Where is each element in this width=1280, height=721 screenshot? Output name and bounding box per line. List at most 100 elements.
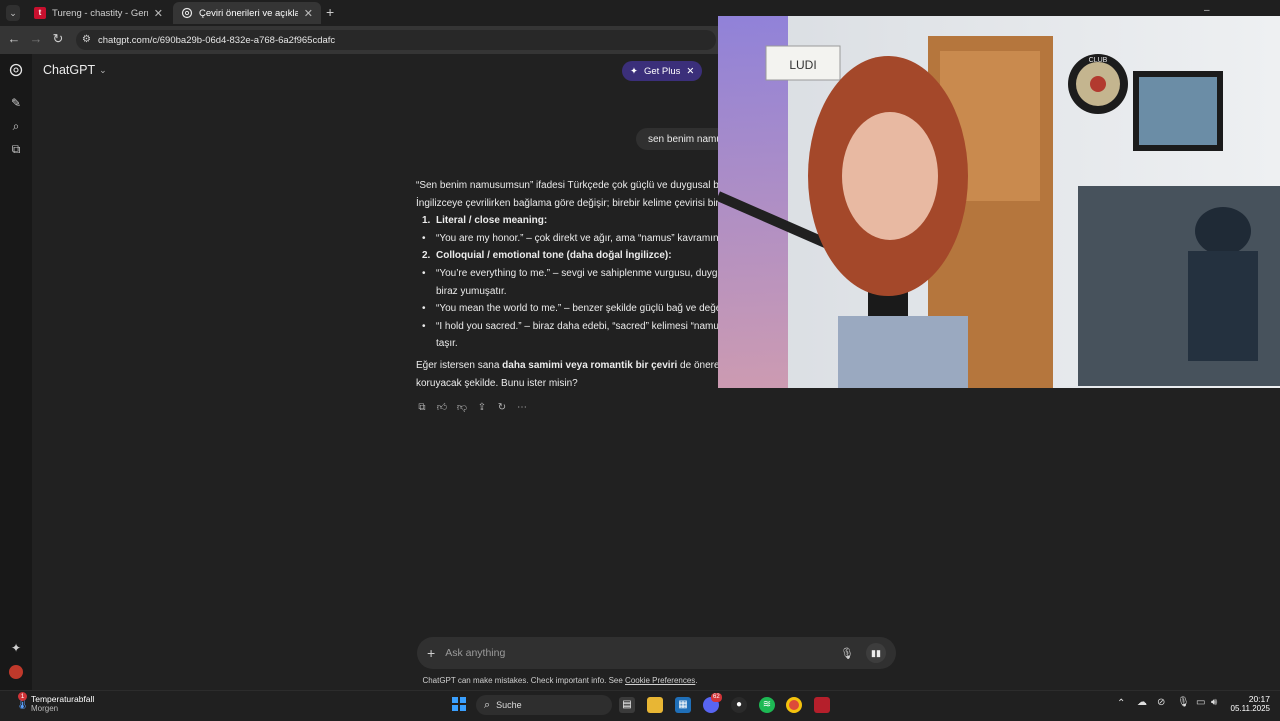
tureng-favicon-icon: t	[34, 7, 46, 19]
url-text: chatgpt.com/c/690ba29b-06d4-832e-a768-6a…	[98, 34, 336, 46]
thermometer-icon: 🌡︎ 1	[14, 691, 31, 710]
library-icon[interactable]: ⧉	[8, 141, 24, 157]
close-tab-icon[interactable]: ✕	[154, 7, 163, 20]
tab-chatgpt[interactable]: Çeviri önerileri ve açıklama ✕	[173, 2, 321, 24]
reload-icon[interactable]: ↻	[50, 31, 66, 47]
volume-icon[interactable]: 🔊︎	[1211, 697, 1217, 708]
file-manager-icon[interactable]: ▤	[619, 697, 635, 713]
weather-title: Temperaturabfall	[31, 694, 95, 704]
search-icon: ⌕	[484, 698, 491, 711]
windows-start-icon[interactable]	[452, 697, 466, 711]
chevron-down-icon: ⌄	[99, 64, 107, 75]
explanation-text: – çok direkt ve ağır, ama “namus” kavram…	[523, 232, 722, 244]
plus-sparkle-icon: ✦	[630, 65, 638, 77]
clock-time: 20:17	[1248, 694, 1270, 704]
quote-text: “You are my honor.”	[436, 232, 524, 244]
cookie-preferences-link[interactable]: Cookie Preferences	[625, 676, 695, 685]
quote-text: “You’re everything to me.”	[436, 267, 551, 279]
attach-plus-icon[interactable]: +	[427, 645, 435, 661]
get-plus-label: Get Plus	[643, 65, 681, 77]
tray-chevron-up-icon[interactable]: ⌃	[1117, 698, 1125, 709]
new-chat-icon[interactable]: ✎	[8, 95, 24, 111]
disclaimer-text: ChatGPT can make mistakes. Check importa…	[422, 676, 626, 685]
answer-intro-line: İngilizceye çevrilirken bağlama göre değ…	[416, 197, 719, 209]
display-icon[interactable]: ▭	[1196, 697, 1205, 708]
search-icon[interactable]: ⌕	[8, 118, 24, 134]
quote-text: “You mean the world to me.”	[436, 303, 562, 315]
site-info-icon[interactable]: ⚙	[82, 34, 91, 45]
list-item-continuation: taşır.	[436, 338, 458, 350]
thumbs-up-icon[interactable]: 👍︎	[436, 401, 448, 415]
close-tab-icon[interactable]: ✕	[304, 7, 313, 20]
discord-badge: 62	[711, 693, 722, 702]
list-item: • “I hold you sacred.” – biraz daha edebi…	[422, 320, 724, 332]
store-icon[interactable]: ▦	[675, 697, 691, 713]
mic-tray-icon[interactable]: 🎙︎	[1177, 697, 1190, 708]
minimize-button[interactable]: –	[1204, 5, 1210, 16]
disclaimer-end: .	[695, 676, 698, 685]
model-label: ChatGPT	[43, 63, 96, 77]
list-item: 1. Literal / close meaning:	[422, 215, 548, 227]
list-item: • “You mean the world to me.” – benzer şe…	[422, 303, 722, 315]
dartboard-text: CLUB	[1089, 57, 1108, 64]
outro-bold: daha samimi veya romantik bir çeviri	[502, 359, 678, 371]
get-plus-button[interactable]: ✦ Get Plus ✕	[622, 61, 703, 81]
new-tab-button[interactable]: +	[326, 4, 334, 20]
heading-colloquial: Colloquial / emotional tone (daha doğal …	[436, 250, 672, 262]
webcam-overlay: LUDI CLUB	[718, 16, 1280, 388]
weather-subtitle: Morgen	[31, 704, 59, 713]
chatgpt-favicon-icon	[181, 7, 193, 19]
clock-date: 05.11.2025	[1230, 704, 1270, 713]
tab-tureng[interactable]: t Tureng - chastity - German Eng ✕	[26, 2, 171, 24]
mute-icon[interactable]: ⊘	[1157, 697, 1165, 708]
outro-text: Eğer istersen sana	[416, 359, 503, 371]
list-item: • “You are my honor.” – çok direkt ve ağı…	[422, 232, 722, 244]
openai-logo-icon[interactable]	[8, 63, 24, 79]
heading-literal: Literal / close meaning:	[436, 215, 548, 227]
weather-badge: 1	[18, 691, 27, 701]
chrome-icon[interactable]	[786, 697, 802, 713]
spotify-icon[interactable]: ≋	[759, 697, 775, 713]
taskbar	[0, 690, 1280, 721]
network-icon[interactable]: ☁	[1137, 697, 1147, 708]
share-icon[interactable]: ⇪	[476, 401, 488, 415]
message-actions: ⧉ 👍︎ 👎︎ ⇪ ↻ ⋯	[416, 401, 528, 415]
list-item: 2. Colloquial / emotional tone (daha doğa…	[422, 250, 672, 262]
taskbar-search-label: Suche	[496, 700, 522, 710]
voice-mode-icon[interactable]: ▮▮	[866, 643, 886, 663]
discord-icon[interactable]: 62	[703, 693, 722, 713]
tab-title: Tureng - chastity - German Eng	[52, 7, 148, 19]
explanation-text: – biraz daha edebi, “sacred” kelimesi “n…	[521, 320, 724, 332]
forward-arrow-icon[interactable]: →	[28, 31, 44, 46]
more-options-icon[interactable]: ⋯	[516, 401, 528, 415]
voicemod-icon[interactable]	[814, 697, 830, 713]
disclaimer: ChatGPT can make mistakes. Check importa…	[0, 676, 1120, 685]
folder-icon[interactable]	[647, 697, 663, 713]
tab-title: Çeviri önerileri ve açıklama	[199, 7, 298, 19]
letterboard-text: LUDI	[789, 58, 816, 72]
weather-widget[interactable]: 🌡︎ 1 Temperaturabfall Morgen	[14, 691, 95, 713]
regenerate-icon[interactable]: ↻	[496, 401, 508, 415]
model-selector[interactable]: ChatGPT ⌄	[43, 63, 107, 77]
quote-text: “I hold you sacred.”	[436, 320, 522, 332]
prompt-input[interactable]	[443, 646, 841, 660]
obs-icon[interactable]: ●	[731, 697, 747, 713]
back-arrow-icon[interactable]: ←	[6, 31, 22, 46]
close-icon[interactable]: ✕	[686, 66, 694, 77]
address-bar[interactable]: ⚙ chatgpt.com/c/690ba29b-06d4-832e-a768-…	[76, 30, 716, 50]
webcam-image: LUDI CLUB	[718, 16, 1280, 388]
assistant-message: “Sen benim namusumsun” ifadesi Türkçede …	[416, 177, 746, 392]
composer: + 🎙︎ ▮▮	[417, 637, 896, 669]
sparkle-icon[interactable]: ✦	[8, 640, 24, 656]
answer-outro: Eğer istersen sana daha samimi veya roma…	[416, 357, 746, 375]
explanation-text: – benzer şekilde güçlü bağ ve değe	[561, 303, 722, 315]
microphone-icon[interactable]: 🎙︎	[840, 647, 854, 660]
list-item: • “You’re everything to me.” – sevgi ve s…	[422, 267, 724, 279]
taskbar-search[interactable]: ⌕ Suche	[476, 695, 612, 715]
thumbs-down-icon[interactable]: 👎︎	[456, 401, 468, 415]
tab-list-chevron-icon[interactable]: ⌄	[6, 5, 20, 21]
answer-outro-line2: koruyacak şekilde. Bunu ister misin?	[416, 377, 578, 389]
clock[interactable]: 20:17 05.11.2025	[1226, 694, 1270, 713]
answer-intro-line: “Sen benim namusumsun” ifadesi Türkçede …	[416, 180, 721, 191]
copy-icon[interactable]: ⧉	[416, 401, 428, 415]
